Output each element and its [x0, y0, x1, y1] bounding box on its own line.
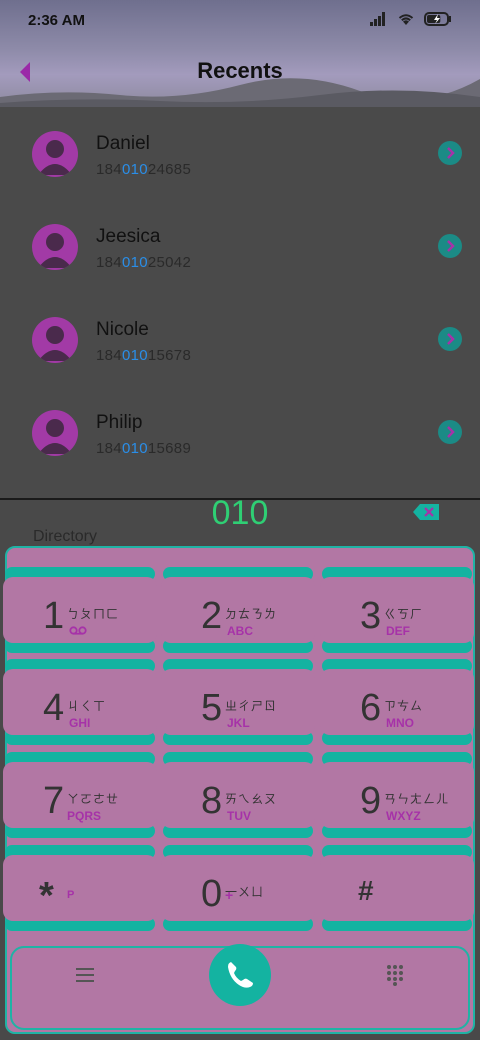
key-digit: 6 [360, 687, 382, 729]
details-button[interactable] [438, 234, 462, 258]
avatar [32, 410, 78, 456]
backspace-icon[interactable] [412, 503, 440, 521]
details-button[interactable] [438, 420, 462, 444]
key-3[interactable]: 3 ㄍㄎㄏ DEF [320, 567, 474, 653]
key-digit: 7 [43, 780, 65, 822]
wifi-icon [398, 14, 414, 25]
chevron-right-icon [447, 426, 455, 438]
contact-name: Daniel [96, 133, 150, 154]
key-hash[interactable]: # [320, 845, 474, 931]
key-4[interactable]: 4 ㄐㄑㄒ GHI [3, 659, 157, 745]
person-icon [38, 419, 72, 454]
list-item[interactable]: Nicole 18401015678 [0, 293, 480, 386]
key-digit: * [39, 875, 54, 917]
list-item[interactable]: Philip 18401015689 [0, 386, 480, 479]
key-8[interactable]: 8 ㄞㄟㄠㄡ TUV [161, 752, 315, 838]
key-bopomofo: ㄚㄛㄜㄝ [67, 792, 120, 806]
key-bopomofo: ㄅㄆㄇㄈ [67, 607, 120, 621]
key-digit: 3 [360, 595, 382, 637]
key-5[interactable]: 5 ㄓㄔㄕㄖ JKL [161, 659, 315, 745]
key-digit: 0 [201, 873, 223, 915]
key-9[interactable]: 9 ㄢㄣㄤㄥㄦ WXYZ [320, 752, 474, 838]
details-button[interactable] [438, 141, 462, 165]
call-button[interactable] [209, 944, 271, 1006]
key-letters: DEF [386, 624, 410, 638]
key-star[interactable]: * P [3, 845, 157, 931]
key-digit: 9 [360, 780, 382, 822]
key-letters: + [225, 887, 234, 903]
contact-number: 18401015678 [96, 347, 192, 364]
key-1[interactable]: 1 ㄅㄆㄇㄈ [3, 567, 157, 653]
phone-icon [228, 962, 253, 988]
key-letters: P [67, 889, 75, 901]
person-icon [38, 326, 72, 361]
key-digit: 4 [43, 687, 65, 729]
key-digit: 8 [201, 780, 223, 822]
key-bopomofo: ㄍㄎㄏ [384, 607, 424, 621]
key-letters: ABC [227, 624, 253, 638]
key-letters: JKL [227, 716, 250, 730]
key-7[interactable]: 7 ㄚㄛㄜㄝ PQRS [3, 752, 157, 838]
key-2[interactable]: 2 ㄉㄊㄋㄌ ABC [161, 567, 315, 653]
key-digit: # [358, 875, 374, 906]
key-digit: 5 [201, 687, 223, 729]
key-digit: 1 [43, 595, 65, 637]
key-letters: TUV [227, 809, 251, 823]
contact-number: 18401024685 [96, 161, 192, 178]
contact-name: Jeesica [96, 226, 161, 247]
key-0[interactable]: 0 一ㄨㄩ + [161, 845, 315, 931]
key-bopomofo: ㄓㄔㄕㄖ [225, 699, 278, 713]
avatar [32, 131, 78, 177]
chevron-right-icon [447, 240, 455, 252]
list-item[interactable]: Daniel 18401024685 [0, 107, 480, 200]
status-time: 2:36 AM [28, 12, 85, 29]
list-item[interactable]: Jeesica 18401025042 [0, 200, 480, 293]
key-bopomofo: ㄞㄟㄠㄡ [225, 792, 278, 806]
status-bar: 2:36 AM [0, 0, 480, 44]
key-bopomofo: ㄢㄣㄤㄥㄦ [384, 792, 450, 806]
key-bopomofo: ㄐㄑㄒ [67, 699, 107, 713]
dialpad-icon[interactable] [385, 964, 405, 986]
menu-icon[interactable] [75, 966, 95, 984]
key-bopomofo: ㄉㄊㄋㄌ [225, 607, 278, 621]
recents-list: Daniel 18401024685 Jeesica 18401025042 N… [0, 107, 480, 499]
directory-label: Directory [33, 528, 98, 545]
battery-icon [424, 12, 451, 26]
contact-name: Nicole [96, 319, 149, 340]
signal-icon [370, 12, 385, 26]
voicemail-icon [69, 626, 87, 635]
key-letters: GHI [69, 716, 91, 730]
person-icon [38, 233, 72, 268]
key-letters: WXYZ [386, 809, 421, 823]
person-icon [38, 140, 72, 175]
avatar [32, 224, 78, 270]
contact-name: Philip [96, 412, 143, 433]
key-6[interactable]: 6 ㄗㄘㄙ MNO [320, 659, 474, 745]
chevron-right-icon [447, 333, 455, 345]
key-digit: 2 [201, 595, 223, 637]
key-bopomofo: ㄗㄘㄙ [384, 699, 424, 713]
key-letters: MNO [386, 716, 414, 730]
status-icons [370, 12, 452, 26]
key-letters: PQRS [67, 809, 102, 823]
contact-number: 18401025042 [96, 254, 192, 271]
page-title: Recents [197, 58, 283, 83]
details-button[interactable] [438, 327, 462, 351]
contact-number: 18401015689 [96, 440, 192, 457]
avatar [32, 317, 78, 363]
chevron-right-icon [447, 147, 455, 159]
